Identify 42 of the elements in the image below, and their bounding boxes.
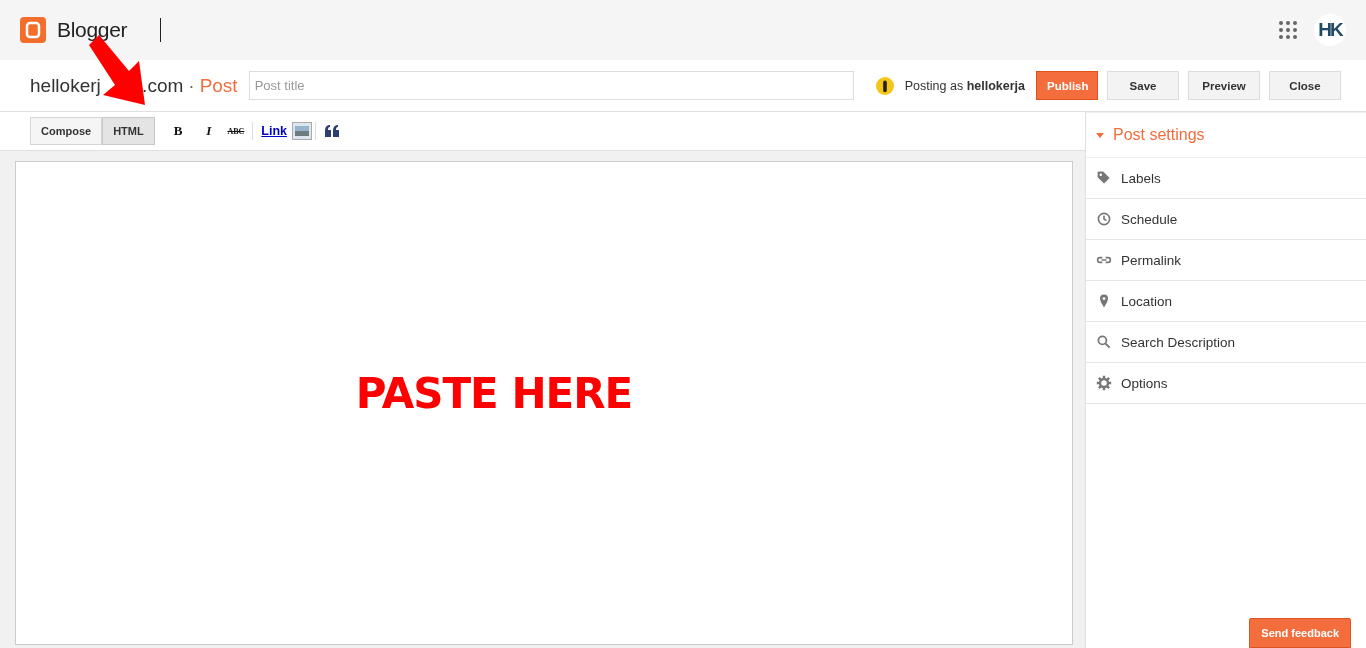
link-button[interactable]: Link (261, 124, 287, 138)
quote-icon[interactable] (325, 125, 339, 137)
search-icon (1096, 334, 1112, 350)
section-name: Post (199, 74, 238, 97)
settings-item[interactable]: Search Description (1086, 322, 1366, 363)
caret-icon (1096, 132, 1104, 138)
blog-name[interactable]: .com (142, 74, 184, 97)
posting-as-text: Posting as hellokerja (904, 78, 1025, 93)
settings-label: Labels (1121, 170, 1161, 186)
settings-item[interactable]: Location (1086, 281, 1366, 322)
separator: · (188, 74, 195, 97)
preview-button[interactable]: Preview (1188, 71, 1260, 100)
brand-name: Blogger (57, 18, 129, 42)
post-title-field[interactable]: Post title (248, 71, 854, 100)
settings-label: Location (1121, 293, 1173, 309)
bold-button[interactable]: B (168, 123, 188, 139)
mode-tab[interactable]: Compose (30, 117, 103, 145)
tag-icon (1096, 170, 1112, 186)
save-button[interactable]: Save (1107, 71, 1179, 100)
annotation-text: PASTE HERE (355, 368, 633, 418)
mode-tab[interactable]: HTML (102, 117, 155, 145)
settings-label: Options (1121, 375, 1168, 391)
italic-button[interactable]: I (201, 123, 217, 139)
blogger-logo[interactable] (20, 17, 46, 43)
settings-item[interactable]: Permalink (1086, 240, 1366, 281)
gear-icon (1096, 375, 1112, 391)
settings-item[interactable]: Schedule (1086, 199, 1366, 240)
close-button[interactable]: Close (1269, 71, 1341, 100)
settings-item[interactable]: Options (1086, 363, 1366, 404)
settings-label: Schedule (1121, 211, 1178, 227)
blog-name[interactable]: hellokerj (30, 74, 101, 97)
post-settings-title: Post settings (1113, 126, 1205, 144)
settings-label: Permalink (1121, 252, 1182, 268)
settings-label: Search Description (1121, 334, 1236, 350)
avatar[interactable]: HK (1314, 14, 1346, 46)
user-avatar-icon (875, 75, 894, 96)
strikethrough-button[interactable]: ABC (222, 126, 250, 136)
settings-item[interactable]: Labels (1086, 158, 1366, 199)
apps-grid-icon[interactable] (1278, 20, 1298, 40)
html-editor[interactable]: PASTE HERE (15, 161, 1073, 645)
clock-icon (1096, 211, 1112, 227)
image-icon[interactable] (292, 122, 312, 140)
